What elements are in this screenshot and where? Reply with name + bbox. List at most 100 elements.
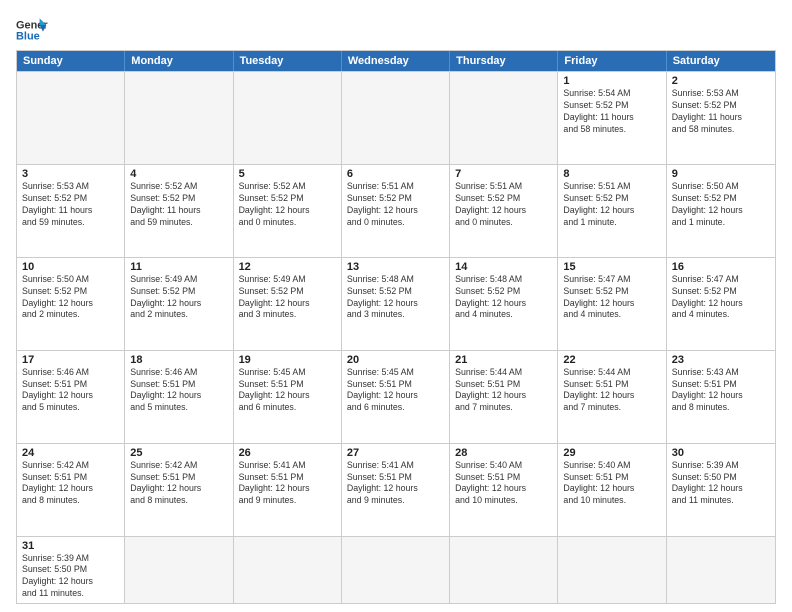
day-info: Sunrise: 5:50 AM Sunset: 5:52 PM Dayligh… xyxy=(672,181,770,229)
calendar-cell-9: 9Sunrise: 5:50 AM Sunset: 5:52 PM Daylig… xyxy=(667,165,775,257)
day-info: Sunrise: 5:41 AM Sunset: 5:51 PM Dayligh… xyxy=(239,460,336,508)
calendar-row-4: 24Sunrise: 5:42 AM Sunset: 5:51 PM Dayli… xyxy=(17,443,775,536)
calendar-row-1: 3Sunrise: 5:53 AM Sunset: 5:52 PM Daylig… xyxy=(17,164,775,257)
calendar-cell-empty-0-4 xyxy=(450,72,558,164)
logo-icon: General Blue xyxy=(16,16,48,44)
page-header: General Blue xyxy=(16,12,776,44)
calendar-cell-empty-0-0 xyxy=(17,72,125,164)
day-number: 6 xyxy=(347,168,444,180)
day-info: Sunrise: 5:48 AM Sunset: 5:52 PM Dayligh… xyxy=(347,274,444,322)
day-number: 31 xyxy=(22,540,119,552)
calendar-cell-15: 15Sunrise: 5:47 AM Sunset: 5:52 PM Dayli… xyxy=(558,258,666,350)
calendar-body: 1Sunrise: 5:54 AM Sunset: 5:52 PM Daylig… xyxy=(17,71,775,603)
calendar-cell-empty-5-6 xyxy=(667,537,775,604)
day-number: 23 xyxy=(672,354,770,366)
day-info: Sunrise: 5:41 AM Sunset: 5:51 PM Dayligh… xyxy=(347,460,444,508)
calendar-cell-empty-5-2 xyxy=(234,537,342,604)
calendar-cell-11: 11Sunrise: 5:49 AM Sunset: 5:52 PM Dayli… xyxy=(125,258,233,350)
calendar-cell-23: 23Sunrise: 5:43 AM Sunset: 5:51 PM Dayli… xyxy=(667,351,775,443)
calendar-header: SundayMondayTuesdayWednesdayThursdayFrid… xyxy=(17,51,775,71)
day-number: 1 xyxy=(563,75,660,87)
day-number: 3 xyxy=(22,168,119,180)
day-info: Sunrise: 5:42 AM Sunset: 5:51 PM Dayligh… xyxy=(22,460,119,508)
day-info: Sunrise: 5:47 AM Sunset: 5:52 PM Dayligh… xyxy=(672,274,770,322)
calendar-cell-empty-0-2 xyxy=(234,72,342,164)
header-day-monday: Monday xyxy=(125,51,233,71)
day-number: 15 xyxy=(563,261,660,273)
calendar-row-5: 31Sunrise: 5:39 AM Sunset: 5:50 PM Dayli… xyxy=(17,536,775,604)
day-info: Sunrise: 5:43 AM Sunset: 5:51 PM Dayligh… xyxy=(672,367,770,415)
calendar-cell-empty-5-4 xyxy=(450,537,558,604)
day-info: Sunrise: 5:39 AM Sunset: 5:50 PM Dayligh… xyxy=(22,553,119,601)
day-info: Sunrise: 5:49 AM Sunset: 5:52 PM Dayligh… xyxy=(239,274,336,322)
day-number: 16 xyxy=(672,261,770,273)
day-info: Sunrise: 5:54 AM Sunset: 5:52 PM Dayligh… xyxy=(563,88,660,136)
calendar-page: General Blue SundayMondayTuesdayWednesda… xyxy=(0,0,792,612)
calendar-row-0: 1Sunrise: 5:54 AM Sunset: 5:52 PM Daylig… xyxy=(17,71,775,164)
day-number: 27 xyxy=(347,447,444,459)
header-day-tuesday: Tuesday xyxy=(234,51,342,71)
day-number: 2 xyxy=(672,75,770,87)
day-number: 11 xyxy=(130,261,227,273)
day-info: Sunrise: 5:40 AM Sunset: 5:51 PM Dayligh… xyxy=(455,460,552,508)
day-info: Sunrise: 5:45 AM Sunset: 5:51 PM Dayligh… xyxy=(347,367,444,415)
day-number: 8 xyxy=(563,168,660,180)
header-day-sunday: Sunday xyxy=(17,51,125,71)
calendar-cell-12: 12Sunrise: 5:49 AM Sunset: 5:52 PM Dayli… xyxy=(234,258,342,350)
day-number: 19 xyxy=(239,354,336,366)
calendar-cell-empty-5-5 xyxy=(558,537,666,604)
day-number: 24 xyxy=(22,447,119,459)
day-number: 14 xyxy=(455,261,552,273)
calendar-cell-29: 29Sunrise: 5:40 AM Sunset: 5:51 PM Dayli… xyxy=(558,444,666,536)
calendar-cell-24: 24Sunrise: 5:42 AM Sunset: 5:51 PM Dayli… xyxy=(17,444,125,536)
day-info: Sunrise: 5:39 AM Sunset: 5:50 PM Dayligh… xyxy=(672,460,770,508)
day-number: 7 xyxy=(455,168,552,180)
day-info: Sunrise: 5:48 AM Sunset: 5:52 PM Dayligh… xyxy=(455,274,552,322)
day-number: 9 xyxy=(672,168,770,180)
day-info: Sunrise: 5:51 AM Sunset: 5:52 PM Dayligh… xyxy=(347,181,444,229)
calendar-cell-empty-0-1 xyxy=(125,72,233,164)
day-number: 12 xyxy=(239,261,336,273)
day-number: 25 xyxy=(130,447,227,459)
svg-text:Blue: Blue xyxy=(16,30,40,42)
day-info: Sunrise: 5:42 AM Sunset: 5:51 PM Dayligh… xyxy=(130,460,227,508)
day-number: 5 xyxy=(239,168,336,180)
day-number: 30 xyxy=(672,447,770,459)
calendar-cell-1: 1Sunrise: 5:54 AM Sunset: 5:52 PM Daylig… xyxy=(558,72,666,164)
day-info: Sunrise: 5:46 AM Sunset: 5:51 PM Dayligh… xyxy=(130,367,227,415)
day-info: Sunrise: 5:52 AM Sunset: 5:52 PM Dayligh… xyxy=(239,181,336,229)
day-info: Sunrise: 5:52 AM Sunset: 5:52 PM Dayligh… xyxy=(130,181,227,229)
calendar-cell-28: 28Sunrise: 5:40 AM Sunset: 5:51 PM Dayli… xyxy=(450,444,558,536)
day-number: 21 xyxy=(455,354,552,366)
calendar-cell-18: 18Sunrise: 5:46 AM Sunset: 5:51 PM Dayli… xyxy=(125,351,233,443)
header-day-saturday: Saturday xyxy=(667,51,775,71)
day-info: Sunrise: 5:51 AM Sunset: 5:52 PM Dayligh… xyxy=(455,181,552,229)
calendar-cell-6: 6Sunrise: 5:51 AM Sunset: 5:52 PM Daylig… xyxy=(342,165,450,257)
calendar-cell-17: 17Sunrise: 5:46 AM Sunset: 5:51 PM Dayli… xyxy=(17,351,125,443)
calendar-row-2: 10Sunrise: 5:50 AM Sunset: 5:52 PM Dayli… xyxy=(17,257,775,350)
day-info: Sunrise: 5:40 AM Sunset: 5:51 PM Dayligh… xyxy=(563,460,660,508)
calendar-cell-14: 14Sunrise: 5:48 AM Sunset: 5:52 PM Dayli… xyxy=(450,258,558,350)
calendar-cell-5: 5Sunrise: 5:52 AM Sunset: 5:52 PM Daylig… xyxy=(234,165,342,257)
calendar-cell-10: 10Sunrise: 5:50 AM Sunset: 5:52 PM Dayli… xyxy=(17,258,125,350)
calendar-cell-30: 30Sunrise: 5:39 AM Sunset: 5:50 PM Dayli… xyxy=(667,444,775,536)
calendar-cell-31: 31Sunrise: 5:39 AM Sunset: 5:50 PM Dayli… xyxy=(17,537,125,604)
day-number: 17 xyxy=(22,354,119,366)
day-number: 4 xyxy=(130,168,227,180)
day-info: Sunrise: 5:44 AM Sunset: 5:51 PM Dayligh… xyxy=(563,367,660,415)
calendar-cell-2: 2Sunrise: 5:53 AM Sunset: 5:52 PM Daylig… xyxy=(667,72,775,164)
day-info: Sunrise: 5:50 AM Sunset: 5:52 PM Dayligh… xyxy=(22,274,119,322)
calendar-row-3: 17 Sunrise: 5:46 AM Sunset: 5:51 PM Dayli… xyxy=(17,350,775,443)
calendar: SundayMondayTuesdayWednesdayThursdayFrid… xyxy=(16,50,776,604)
day-info: Sunrise: 5:49 AM Sunset: 5:52 PM Dayligh… xyxy=(130,274,227,322)
calendar-cell-empty-5-1 xyxy=(125,537,233,604)
calendar-cell-22: 22Sunrise: 5:44 AM Sunset: 5:51 PM Dayli… xyxy=(558,351,666,443)
day-info: Sunrise: 5:47 AM Sunset: 5:52 PM Dayligh… xyxy=(563,274,660,322)
day-number: 26 xyxy=(239,447,336,459)
day-number: 10 xyxy=(22,261,119,273)
calendar-cell-25: 25Sunrise: 5:42 AM Sunset: 5:51 PM Dayli… xyxy=(125,444,233,536)
day-info: Sunrise: 5:53 AM Sunset: 5:52 PM Dayligh… xyxy=(22,181,119,229)
header-day-thursday: Thursday xyxy=(450,51,558,71)
calendar-cell-3: 3Sunrise: 5:53 AM Sunset: 5:52 PM Daylig… xyxy=(17,165,125,257)
day-number: 28 xyxy=(455,447,552,459)
